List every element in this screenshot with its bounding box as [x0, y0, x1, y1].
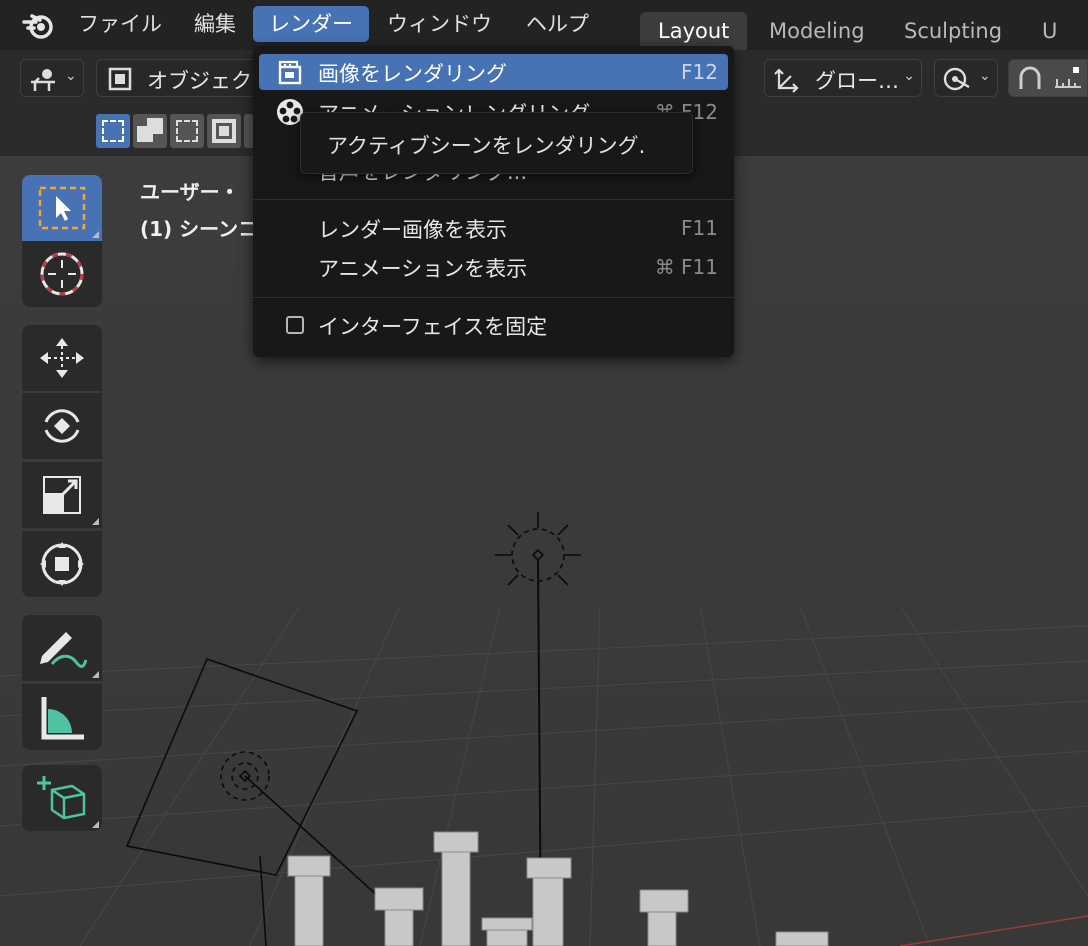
tool-rotate[interactable]: [22, 393, 102, 459]
pivot-icon: [943, 67, 970, 91]
view-name-label: ユーザー・: [140, 180, 240, 204]
tool-variants-indicator: [92, 671, 99, 678]
render-menu-dropdown: 画像をレンダリング F12 アニメーションレンダリング ⌘ F12 音声をレンダ…: [253, 46, 734, 357]
pivot-point-button[interactable]: ⌄: [934, 59, 998, 97]
tooltip-text: アクティブシーンをレンダリング.: [327, 134, 646, 158]
tool-select-box[interactable]: [22, 175, 102, 241]
tool-transform[interactable]: [22, 531, 102, 597]
menu-help[interactable]: ヘルプ: [510, 6, 605, 42]
menu-item-label: インターフェイスを固定: [318, 315, 548, 339]
snap-increment-icon: [1055, 67, 1081, 88]
select-box-icon: [38, 186, 86, 230]
render-still-icon: [278, 60, 302, 85]
blender-logo-icon[interactable]: [22, 10, 56, 40]
tab-uv[interactable]: U: [1024, 12, 1075, 50]
select-mode-subtract[interactable]: [170, 114, 204, 148]
menu-item-label: 画像をレンダリング: [318, 62, 507, 86]
menu-item-view-animation[interactable]: アニメーションを表示 ⌘ F11: [259, 249, 728, 285]
tool-add-cube[interactable]: [22, 765, 102, 831]
rotate-icon: [44, 409, 80, 443]
tab-modeling[interactable]: Modeling: [751, 12, 883, 50]
menu-separator: [253, 297, 734, 298]
select-new-icon: [102, 120, 124, 142]
view3d-icon: [31, 69, 55, 91]
mode-select[interactable]: オブジェク: [96, 59, 266, 97]
menu-window[interactable]: ウィンドウ: [371, 6, 508, 42]
cursor-icon: [40, 252, 84, 296]
tool-annotate[interactable]: [22, 615, 102, 681]
select-mode-extend[interactable]: [133, 114, 167, 148]
editor-type-button[interactable]: ⌄: [20, 59, 84, 97]
menu-item-shortcut: F12: [681, 60, 718, 84]
menu-separator: [253, 199, 734, 200]
menu-item-shortcut: F11: [681, 216, 718, 240]
tool-variants-indicator: [92, 231, 99, 238]
tool-cursor[interactable]: [22, 241, 102, 307]
select-mode-invert[interactable]: [207, 114, 241, 148]
magnet-icon: [1019, 66, 1041, 89]
chevron-down-icon: ⌄: [65, 68, 77, 84]
transform-orientation-select[interactable]: グロー… ⌄: [764, 59, 922, 97]
tool-measure[interactable]: [22, 684, 102, 750]
measure-icon: [41, 697, 84, 740]
camera-object: [125, 657, 401, 946]
menu-file[interactable]: ファイル: [62, 6, 178, 42]
scene-info-label: (1) シーンコ: [140, 217, 259, 241]
menu-item-label: アニメーションを表示: [318, 257, 528, 281]
menu-render[interactable]: レンダー: [253, 6, 369, 42]
menu-item-render-image[interactable]: 画像をレンダリング F12: [259, 54, 728, 90]
transform-icon: [40, 542, 84, 586]
x-axis-line: [899, 915, 1088, 946]
menu-item-view-render[interactable]: レンダー画像を表示 F11: [259, 210, 728, 246]
object-mode-icon: [108, 67, 132, 91]
select-mode-new[interactable]: [96, 114, 130, 148]
chevron-down-icon: ⌄: [903, 68, 915, 84]
snap-toggle[interactable]: [1008, 59, 1088, 97]
annotate-icon: [40, 632, 88, 668]
orientation-label: グロー…: [815, 69, 899, 93]
menu-edit[interactable]: 編集: [178, 6, 252, 42]
mode-label: オブジェク: [147, 69, 252, 93]
menu-item-label: レンダー画像を表示: [318, 218, 507, 242]
tab-layout[interactable]: Layout: [640, 12, 748, 50]
add-cube-icon: [37, 776, 86, 820]
lock-interface-checkbox[interactable]: [286, 316, 304, 334]
tab-sculpting[interactable]: Sculpting: [886, 12, 1020, 50]
tool-move[interactable]: [22, 325, 102, 391]
top-bar: ファイル 編集 レンダー ウィンドウ ヘルプ Layout Modeling S…: [0, 0, 1088, 50]
move-icon: [40, 338, 84, 378]
tool-scale[interactable]: [22, 462, 102, 528]
tooltip: アクティブシーンをレンダリング.: [300, 112, 693, 174]
chevron-down-icon: ⌄: [979, 68, 991, 84]
menu-item-lock-interface[interactable]: インターフェイスを固定: [259, 307, 728, 343]
orientation-icon: [774, 68, 799, 93]
scale-icon: [43, 476, 81, 514]
menu-item-shortcut: ⌘ F11: [654, 255, 718, 279]
tool-variants-indicator: [92, 518, 99, 525]
tool-variants-indicator: [92, 821, 99, 828]
